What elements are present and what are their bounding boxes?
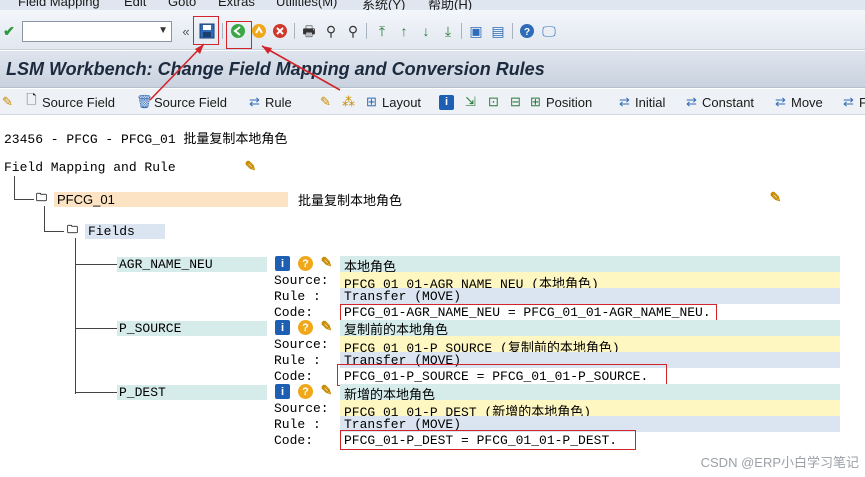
watermark: CSDN @ERP小白学习笔记 [700,455,859,470]
annotation-arrows [149,43,341,101]
